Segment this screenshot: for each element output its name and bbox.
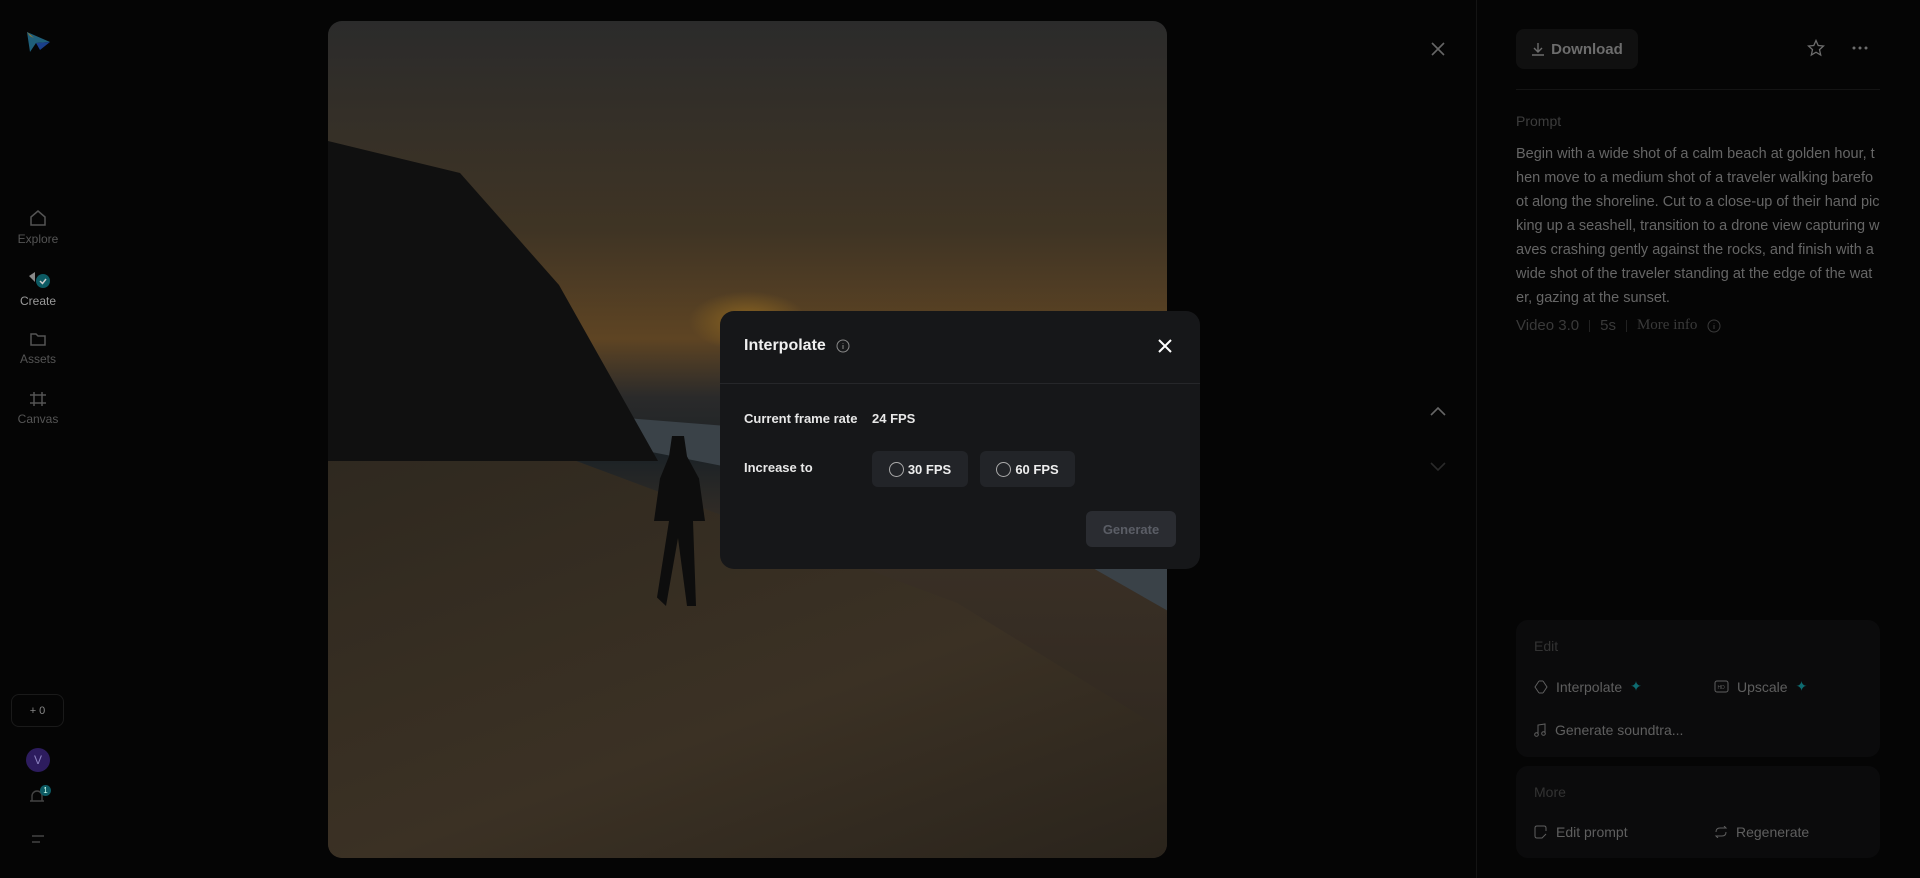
more-info-link[interactable]: More info [1637,317,1697,334]
duration: 5s [1600,317,1616,334]
generate-button[interactable]: Generate [1086,511,1176,547]
info-icon[interactable] [1707,319,1721,333]
edit-title: Edit [1534,638,1559,654]
upscale-button[interactable]: HD Upscale ✦ [1714,678,1807,695]
sparkle-icon: ✦ [1795,678,1808,694]
radio-icon [996,461,1012,477]
close-icon[interactable] [1429,40,1447,58]
logo-icon[interactable] [24,28,52,56]
download-button[interactable]: Download [1516,29,1638,69]
create-icon [29,272,50,288]
interpolate-button[interactable]: Interpolate ✦ [1534,678,1642,695]
sidebar-item-label: Assets [19,352,56,366]
prompt-label: Prompt [1516,113,1562,129]
sidebar-item-explore[interactable]: Explore [0,208,76,246]
interpolate-label: Interpolate [1556,678,1623,695]
sidebar-item-canvas[interactable]: Canvas [0,390,76,426]
download-icon [1532,43,1545,56]
current-frame-rate-label: Current frame rate [744,411,858,426]
generate-soundtrack-button[interactable]: Generate soundtra... [1534,722,1683,738]
notification-badge: 1 [40,785,51,796]
regenerate-button[interactable]: Regenerate [1714,824,1809,840]
hd-icon: HD [1714,680,1729,693]
sparkle-icon: ✦ [1630,678,1642,694]
cliff [328,141,658,461]
prompt-text: Begin with a wide shot of a calm beach a… [1516,146,1880,306]
canvas-icon [30,392,46,406]
sidebar-item-label: Canvas [17,412,59,426]
interpolate-dialog: Interpolate Current frame rate 24 FPS In… [720,311,1200,569]
avatar[interactable]: V [26,748,50,772]
divider [1516,89,1880,90]
option-label: 30 FPS [907,461,952,477]
sidebar: Explore Create Assets Canvas + 0 V 1 [0,0,76,878]
star-icon[interactable] [1807,39,1825,57]
divider [720,383,1200,384]
sidebar-item-label: Create [19,294,57,308]
svg-text:HD: HD [1718,685,1726,691]
edit-card: Edit Interpolate ✦ HD Upscale ✦ Generate so… [1516,620,1880,757]
regenerate-label: Regenerate [1736,824,1810,840]
option-60-fps[interactable]: 60 FPS [980,451,1075,487]
chevron-up-icon[interactable] [1429,404,1447,418]
current-frame-rate-value: 24 FPS [872,411,916,426]
edit-prompt-label: Edit prompt [1556,824,1628,840]
edit-prompt-button[interactable]: Edit prompt [1534,824,1628,840]
edit-icon [1534,825,1547,839]
info-icon[interactable] [836,339,850,353]
chevron-down-icon[interactable] [1429,460,1447,474]
more-options-icon[interactable] [1851,44,1869,52]
option-label: 60 FPS [1015,461,1059,477]
close-icon[interactable] [1156,337,1174,355]
more-title: More [1534,784,1566,800]
folder-icon [30,333,46,346]
soundtrack-label: Generate soundtra... [1555,722,1684,738]
sidebar-item-assets[interactable]: Assets [0,330,76,366]
menu-icon[interactable] [30,833,46,845]
panel-divider [1476,0,1477,878]
interpolate-icon [1534,680,1548,693]
home-icon [30,210,46,226]
more-card: More Edit prompt Regenerate [1516,766,1880,858]
music-icon [1534,723,1546,737]
increase-to-label: Increase to [744,460,813,475]
refresh-icon [1714,826,1728,838]
sidebar-item-create[interactable]: Create [0,268,76,308]
sidebar-item-label: Explore [17,232,59,246]
upscale-label: Upscale [1737,678,1788,695]
credits-button[interactable]: + 0 [11,694,64,727]
video-meta: Video 3.0 5s More info [1516,317,1721,334]
option-30-fps[interactable]: 30 FPS [872,451,968,487]
dialog-title: Interpolate [744,337,826,354]
model-version: Video 3.0 [1516,317,1580,334]
download-label: Download [1551,40,1623,58]
radio-icon [888,461,904,477]
